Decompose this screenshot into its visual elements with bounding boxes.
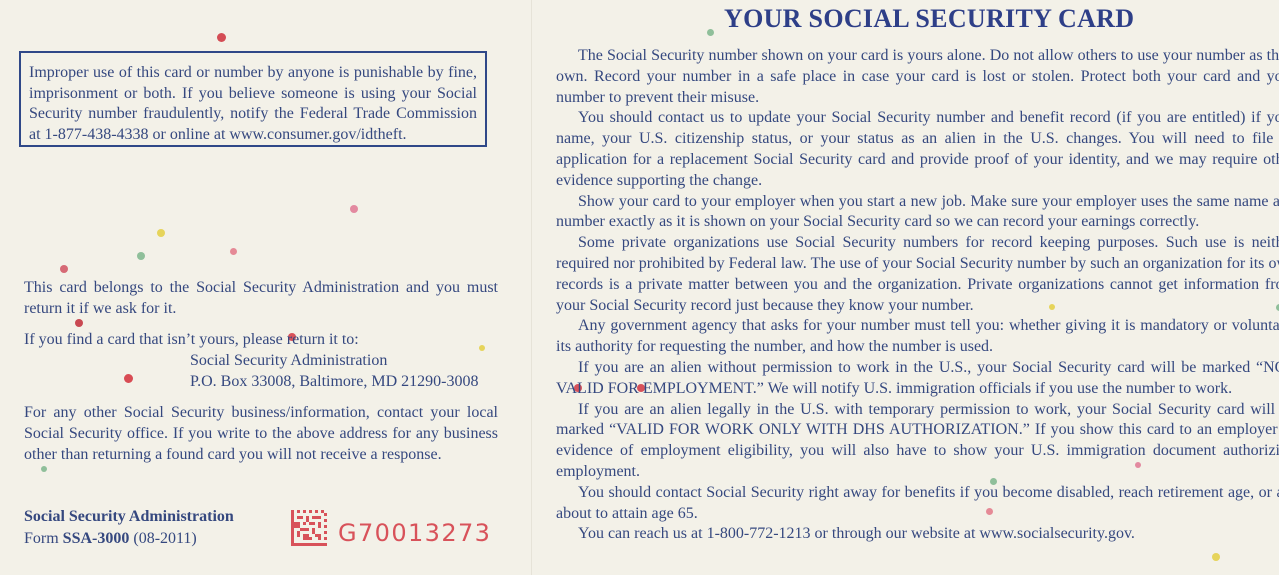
misuse-warning-box: Improper use of this card or number by a… bbox=[19, 51, 487, 147]
return-address-line2: P.O. Box 33008, Baltimore, MD 21290-3008 bbox=[190, 373, 479, 390]
page-title: YOUR SOCIAL SECURITY CARD bbox=[724, 4, 1135, 33]
paragraph: Some private organizations use Social Se… bbox=[556, 234, 1279, 314]
paragraph: The Social Security number shown on your… bbox=[556, 47, 1279, 106]
paragraph: You should contact us to update your Soc… bbox=[556, 109, 1279, 189]
paragraph: You can reach us at 1-800-772-1213 or th… bbox=[578, 525, 1135, 543]
issuer-name: Social Security Administration bbox=[24, 508, 234, 525]
return-address-line1: Social Security Administration bbox=[190, 352, 388, 369]
card-information-text: The Social Security number shown on your… bbox=[556, 46, 1279, 545]
paragraph: Any government agency that asks for your… bbox=[556, 317, 1279, 356]
other-business-notice: For any other Social Security business/i… bbox=[24, 404, 498, 463]
serial-number: G70013273 bbox=[338, 519, 492, 547]
form-date: (08-2011) bbox=[129, 530, 197, 547]
misuse-warning-text: Improper use of this card or number by a… bbox=[29, 64, 477, 143]
paragraph: Show your card to your employer when you… bbox=[556, 192, 1279, 231]
paragraph: If you are an alien without permission t… bbox=[556, 358, 1279, 397]
form-identifier: Form SSA-3000 (08-2011) bbox=[24, 528, 197, 549]
paragraph: If you are an alien legally in the U.S. … bbox=[556, 400, 1279, 480]
paragraph: You should contact Social Security right… bbox=[556, 483, 1279, 522]
found-card-instructions: If you find a card that isn’t yours, ple… bbox=[24, 331, 359, 348]
card-ownership-notice: This card belongs to the Social Security… bbox=[24, 279, 498, 317]
form-prefix: Form bbox=[24, 530, 63, 547]
form-number: SSA-3000 bbox=[62, 530, 130, 547]
datamatrix-barcode-icon bbox=[291, 510, 327, 546]
fold-line bbox=[531, 0, 532, 575]
